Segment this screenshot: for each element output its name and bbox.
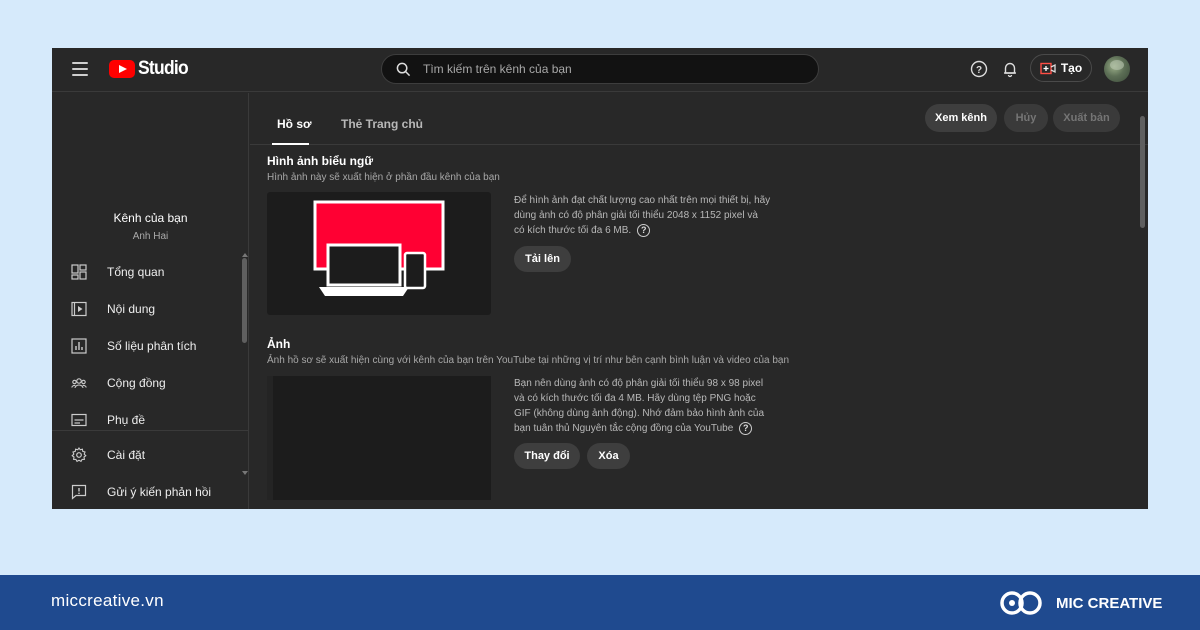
svg-text:?: ? [976, 65, 982, 76]
banner-info-line: có kích thước tối đa 6 MB.? [514, 223, 776, 238]
sidebar-item-community[interactable]: Cộng đồng [52, 368, 242, 398]
banner-info-line: Để hình ảnh đạt chất lượng cao nhất trên… [514, 195, 771, 206]
search-input[interactable]: Tìm kiếm trên kênh của bạn [381, 54, 819, 84]
sidebar-item-analytics[interactable]: Số liệu phân tích [52, 331, 242, 361]
help-icon[interactable]: ? [970, 60, 988, 78]
sidebar-item-label: Phụ đề [107, 413, 146, 427]
tab-bar: Hồ sơ Thẻ Trang chủ Xem kênh Hủy Xuất bả… [250, 93, 1148, 145]
youtube-play-icon [109, 60, 135, 78]
banner-preview [267, 192, 491, 315]
sidebar-item-label: Số liệu phân tích [107, 339, 197, 353]
photo-info-text: Bạn nên dùng ảnh có độ phân giải tối thi… [514, 376, 776, 436]
footer-url[interactable]: miccreative.vn [51, 591, 164, 611]
tab-active-indicator [272, 143, 309, 145]
profile-photo-preview [267, 376, 491, 500]
hamburger-menu-icon[interactable] [72, 62, 88, 76]
community-icon [71, 378, 87, 389]
sidebar-item-label: Cài đặt [107, 448, 146, 462]
banner-info-line: dùng ảnh có độ phân giải tối thiểu 2048 … [514, 210, 758, 221]
tab-home[interactable]: Thẻ Trang chủ [341, 117, 423, 131]
create-video-icon [1040, 62, 1056, 74]
photo-info-line: GIF (không dùng ảnh động). Nhớ đảm bảo h… [514, 408, 765, 419]
sidebar-divider [52, 430, 249, 431]
banner-section-description: Hình ảnh này sẽ xuất hiện ở phần đầu kên… [267, 172, 500, 183]
banner-info-text: Để hình ảnh đạt chất lượng cao nhất trên… [514, 193, 776, 238]
search-placeholder: Tìm kiếm trên kênh của bạn [423, 62, 572, 76]
view-channel-button[interactable]: Xem kênh [925, 104, 997, 132]
logo-text: Studio [138, 58, 189, 79]
dashboard-icon [71, 264, 87, 280]
sidebar-item-settings[interactable]: Cài đặt [52, 440, 242, 470]
channel-name: Anh Hai [132, 231, 169, 242]
help-circle-icon[interactable]: ? [739, 421, 753, 435]
sidebar-item-label: Cộng đồng [107, 376, 166, 390]
sidebar-item-content[interactable]: Nội dung [52, 294, 242, 324]
photo-section-title: Ảnh [267, 337, 291, 351]
change-photo-button[interactable]: Thay đổi [514, 443, 580, 469]
banner-info-line-text: có kích thước tối đa 6 MB. [514, 225, 632, 236]
create-button[interactable]: Tạo [1030, 54, 1092, 82]
upload-button[interactable]: Tải lên [514, 246, 571, 272]
footer-brand-name: MIC CREATIVE [1056, 594, 1163, 612]
banner-devices-illustration [313, 200, 445, 296]
notification-bell-icon[interactable] [1001, 60, 1019, 78]
main-scrollbar[interactable] [1140, 116, 1145, 228]
create-label: Tạo [1060, 61, 1083, 75]
tab-profile[interactable]: Hồ sơ [277, 117, 312, 131]
footer-bar: miccreative.vn MIC CREATIVE [0, 575, 1200, 630]
top-bar: Studio Tìm kiếm trên kênh của bạn ? Tạo [52, 48, 1148, 92]
sidebar-item-label: Tổng quan [107, 265, 165, 279]
publish-button[interactable]: Xuất bản [1053, 104, 1120, 132]
avatar[interactable] [1104, 56, 1130, 82]
studio-window: Studio Tìm kiếm trên kênh của bạn ? Tạo … [52, 48, 1148, 509]
sidebar: Kênh của bạn Anh Hai Tổng quan Nội dung … [52, 93, 249, 509]
sidebar-scroll-up-icon[interactable] [242, 253, 248, 257]
gear-icon [71, 447, 87, 463]
banner-section-title: Hình ảnh biểu ngữ [267, 154, 374, 168]
sidebar-scrollbar[interactable] [242, 258, 247, 343]
footer-brand: MIC CREATIVE [998, 589, 1162, 617]
subtitles-icon [71, 413, 87, 427]
photo-section-description: Ảnh hồ sơ sẽ xuất hiện cùng với kênh của… [267, 355, 790, 366]
delete-photo-button[interactable]: Xóa [587, 443, 630, 469]
help-circle-icon[interactable]: ? [637, 223, 651, 237]
mic-creative-logo-icon [1000, 591, 1042, 615]
photo-info-line: bạn tuân thủ Nguyên tắc cộng đồng của Yo… [514, 421, 776, 436]
channel-title: Kênh của bạn [113, 211, 188, 225]
photo-info-line: và có kích thước tối đa 4 MB. Hãy dùng t… [514, 393, 756, 404]
sidebar-item-label: Nội dung [107, 302, 156, 316]
search-icon [396, 62, 411, 76]
youtube-studio-logo[interactable]: Studio [109, 58, 192, 80]
analytics-icon [71, 338, 87, 354]
sidebar-scroll-down-icon[interactable] [242, 471, 248, 475]
photo-info-line: Bạn nên dùng ảnh có độ phân giải tối thi… [514, 378, 764, 389]
feedback-icon [71, 484, 87, 500]
photo-info-line-text: bạn tuân thủ Nguyên tắc cộng đồng của Yo… [514, 423, 734, 434]
sidebar-item-label: Gửi ý kiến phản hồi [107, 485, 212, 499]
content-icon [71, 301, 87, 317]
cancel-button[interactable]: Hủy [1004, 104, 1048, 132]
sidebar-item-overview[interactable]: Tổng quan [52, 257, 242, 287]
sidebar-item-feedback[interactable]: Gửi ý kiến phản hồi [52, 477, 242, 507]
